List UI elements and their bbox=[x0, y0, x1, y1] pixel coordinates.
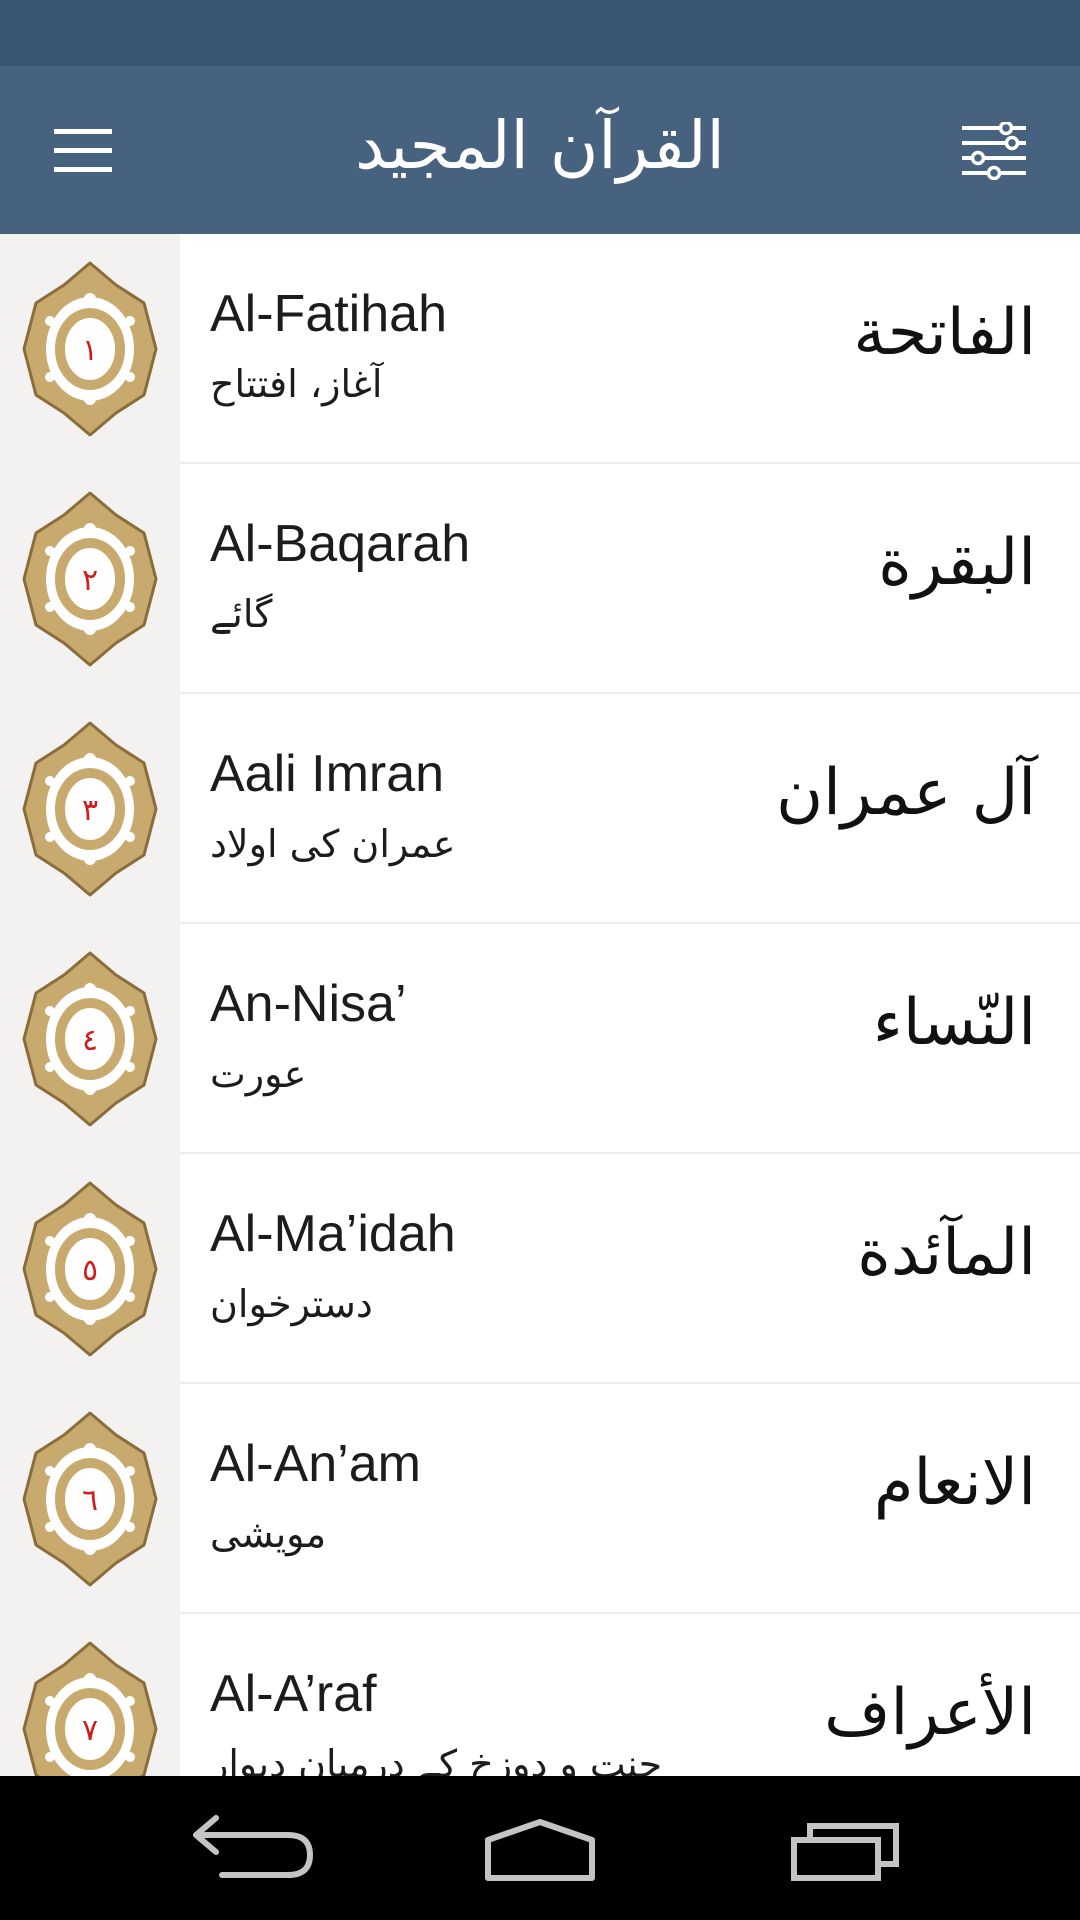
navigation-bar bbox=[0, 1776, 1080, 1920]
surah-number-badge-icon: ٥ bbox=[22, 1181, 158, 1357]
surah-name-arabic: الأعراف bbox=[824, 1676, 1036, 1750]
sliders-icon bbox=[962, 122, 1026, 180]
surah-name-arabic: البقرة bbox=[878, 526, 1036, 600]
surah-name-urdu: آغاز، افتتاح bbox=[210, 362, 383, 406]
surah-number-badge-icon: ٦ bbox=[22, 1411, 158, 1587]
surah-row[interactable]: ٤ An-Nisa’ عورت النّساء bbox=[0, 924, 1080, 1154]
surah-number: ١ bbox=[82, 333, 98, 368]
surah-name-english: Al-Ma’idah bbox=[210, 1205, 456, 1263]
surah-name-english: Aali Imran bbox=[210, 745, 445, 803]
back-button[interactable] bbox=[176, 1798, 336, 1898]
surah-number: ٦ bbox=[82, 1483, 98, 1518]
surah-name-english: An-Nisa’ bbox=[210, 975, 407, 1033]
app-bar: القرآن المجيد bbox=[0, 66, 1080, 234]
surah-name-urdu: گائے bbox=[210, 592, 273, 636]
badge-column: ١ bbox=[0, 234, 180, 464]
home-icon bbox=[485, 1819, 595, 1881]
surah-name-urdu: عورت bbox=[210, 1052, 307, 1096]
surah-name-urdu: مویشی bbox=[210, 1512, 327, 1556]
badge-column: ٧ bbox=[0, 1614, 180, 1776]
surah-list[interactable]: ١ Al-Fatihah آغاز، افتتاح الفاتحة ٢ Al-Baqara… bbox=[0, 234, 1080, 1776]
badge-column: ٦ bbox=[0, 1384, 180, 1614]
surah-name-english: Al-A’raf bbox=[210, 1665, 377, 1723]
surah-name-arabic: النّساء bbox=[872, 986, 1036, 1060]
surah-row[interactable]: ٧ Al-A’raf جنت و دوزخ کے درمیان دیوار الأعر… bbox=[0, 1614, 1080, 1776]
filter-button[interactable] bbox=[936, 96, 1056, 206]
surah-number-badge-icon: ١ bbox=[22, 261, 158, 437]
surah-name-arabic: آل عمران bbox=[776, 756, 1036, 830]
surah-number: ٢ bbox=[82, 563, 98, 598]
surah-name-urdu: جنت و دوزخ کے درمیان دیوار bbox=[210, 1742, 663, 1776]
surah-row[interactable]: ٢ Al-Baqarah گائے البقرة bbox=[0, 464, 1080, 694]
status-bar bbox=[0, 0, 1080, 66]
surah-row[interactable]: ١ Al-Fatihah آغاز، افتتاح الفاتحة bbox=[0, 234, 1080, 464]
surah-number-badge-icon: ٤ bbox=[22, 951, 158, 1127]
surah-row[interactable]: ٦ Al-An’am مویشی الانعام bbox=[0, 1384, 1080, 1614]
back-arrow-icon bbox=[193, 1815, 313, 1878]
surah-row[interactable]: ٣ Aali Imran عمران کی اولاد آل عمران bbox=[0, 694, 1080, 924]
surah-number-badge-icon: ٧ bbox=[22, 1641, 158, 1776]
hamburger-menu-icon bbox=[54, 129, 112, 172]
surah-row[interactable]: ٥ Al-Ma’idah دسترخوان المآئدة bbox=[0, 1154, 1080, 1384]
surah-number: ٧ bbox=[82, 1713, 98, 1748]
surah-number-badge-icon: ٣ bbox=[22, 721, 158, 897]
surah-name-urdu: دسترخوان bbox=[210, 1282, 373, 1326]
surah-name-english: Al-Baqarah bbox=[210, 515, 471, 573]
badge-column: ٤ bbox=[0, 924, 180, 1154]
surah-name-english: Al-An’am bbox=[210, 1435, 421, 1493]
badge-column: ٢ bbox=[0, 464, 180, 694]
badge-column: ٣ bbox=[0, 694, 180, 924]
surah-name-arabic: الانعام bbox=[873, 1446, 1036, 1520]
recent-apps-icon bbox=[791, 1823, 899, 1881]
surah-number: ٥ bbox=[82, 1253, 98, 1288]
surah-name-arabic: الفاتحة bbox=[853, 296, 1036, 370]
surah-number-badge-icon: ٢ bbox=[22, 491, 158, 667]
screen: القرآن المجيد ١ Al-Fatihah آغاز، افتتاح الف… bbox=[0, 0, 1080, 1920]
surah-name-english: Al-Fatihah bbox=[210, 285, 447, 343]
app-title: القرآن المجيد bbox=[355, 107, 725, 184]
menu-button[interactable] bbox=[24, 96, 144, 206]
badge-column: ٥ bbox=[0, 1154, 180, 1384]
surah-number: ٤ bbox=[82, 1023, 98, 1058]
surah-name-urdu: عمران کی اولاد bbox=[210, 822, 456, 866]
surah-number: ٣ bbox=[82, 793, 98, 828]
surah-name-arabic: المآئدة bbox=[857, 1216, 1036, 1290]
home-button[interactable] bbox=[460, 1798, 620, 1898]
recent-apps-button[interactable] bbox=[764, 1798, 924, 1898]
